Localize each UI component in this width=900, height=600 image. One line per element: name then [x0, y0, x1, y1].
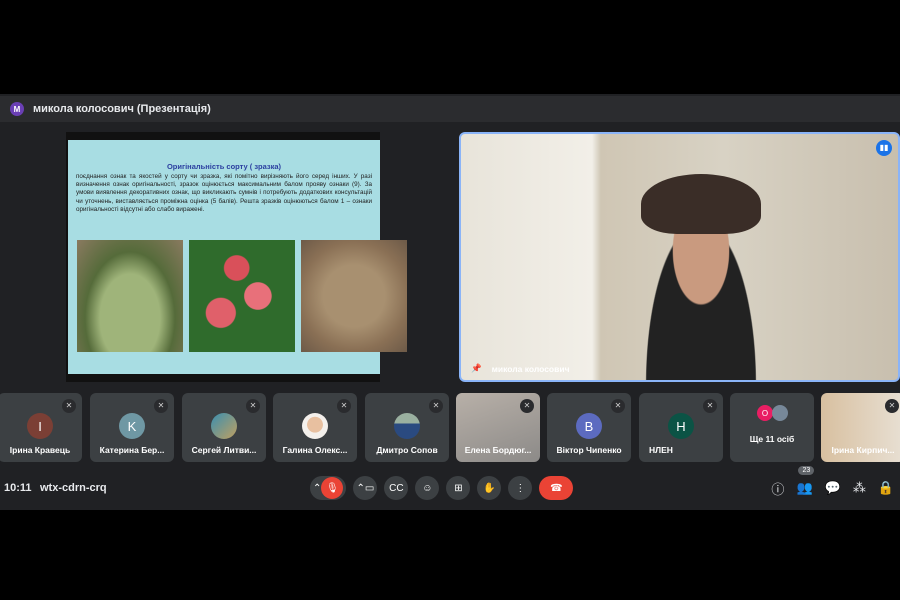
clock: 10:11	[4, 482, 32, 494]
presentation-slide[interactable]: Оригінальність сорту ( зразка) поєднання…	[66, 132, 407, 382]
participant-name: НЛЕН	[649, 445, 673, 455]
mic-off-icon: ✕	[703, 399, 717, 413]
meet-window: М микола колосович (Презентація) Оригіна…	[0, 94, 900, 510]
mic-off-icon: ✕	[520, 399, 534, 413]
avatar: O	[757, 405, 773, 421]
participant-tile[interactable]: ✕ Ірина Кирпич...	[821, 393, 900, 462]
slide-title: Оригінальність сорту ( зразка)	[166, 162, 282, 171]
mic-off-icon: ✕	[885, 399, 899, 413]
mic-button[interactable]: ⌃ 🎙	[310, 476, 347, 500]
participant-tile[interactable]: ✕ I Ірина Кравець	[0, 393, 82, 462]
participants-count: 23	[798, 466, 815, 475]
leave-call-button[interactable]: ☎	[539, 476, 574, 500]
participant-tile[interactable]: ✕ Елена Бордюг...	[456, 393, 540, 462]
mic-off-icon: 🎙	[321, 477, 344, 499]
avatar: B	[576, 413, 602, 439]
avatar	[394, 413, 420, 439]
more-options-button[interactable]: ⋮	[508, 476, 533, 500]
grass-photo	[77, 240, 183, 352]
camera-icon: ▭	[364, 482, 375, 494]
avatar: H	[668, 413, 694, 439]
host-controls-icon[interactable]: 🔒	[878, 480, 894, 496]
more-participants-tile[interactable]: O Ще 11 осіб	[730, 393, 814, 462]
people-button[interactable]: 23 👥	[796, 466, 815, 496]
avatar	[211, 413, 237, 439]
participant-name: Ірина Кирпич...	[831, 445, 895, 455]
participant-name: Сергей Литви...	[191, 445, 257, 455]
participant-name: Віктор Чипенко	[556, 445, 622, 455]
slide-body: поєднання ознак та якостей у сорту чи зр…	[76, 173, 372, 213]
bottom-toolbar: 10:11 wtx-cdrn-crq ⌃ 🎙 ⌃ ▭ CC ☺ ⊞ ✋ ⋮ ☎ ⓘ …	[0, 466, 900, 506]
pin-icon[interactable]: 📌	[471, 363, 482, 374]
participant-tile[interactable]: ✕ K Катерина Бер...	[90, 393, 174, 462]
speaker-hair	[641, 174, 761, 234]
participant-tile[interactable]: ✕ Галина Олекс...	[273, 393, 357, 462]
present-button[interactable]: ⊞	[446, 476, 471, 500]
hand-icon: ✋	[483, 482, 496, 494]
participant-name: Галина Олекс...	[282, 445, 348, 455]
avatar: K	[119, 413, 145, 439]
participant-name: Елена Бордюг...	[464, 445, 532, 455]
participant-name: Катерина Бер...	[99, 445, 165, 455]
foliage-photo	[301, 240, 407, 352]
info-icon[interactable]: ⓘ	[771, 479, 784, 498]
chat-icon[interactable]: 💬	[825, 480, 841, 496]
mic-off-icon: ✕	[246, 399, 260, 413]
participant-name: Ірина Кравець	[9, 445, 71, 455]
main-video-tile[interactable]: ▮▮ 📌 микола колосович	[459, 132, 900, 382]
activities-icon[interactable]: ⁂	[853, 480, 866, 496]
phone-hangup-icon: ☎	[550, 482, 563, 494]
avatar: I	[27, 413, 53, 439]
participant-strip: ✕ I Ірина Кравець ✕ K Катерина Бер... ✕ Серге…	[0, 393, 900, 463]
main-video-name: микола колосович	[491, 363, 570, 374]
presentation-title: микола колосович (Презентація)	[33, 103, 211, 115]
mic-off-icon: ✕	[337, 399, 351, 413]
presentation-header: М микола колосович (Презентація)	[0, 96, 900, 122]
presenter-avatar: М	[10, 102, 24, 116]
raise-hand-button[interactable]: ✋	[477, 476, 502, 500]
emoji-button[interactable]: ☺	[415, 476, 440, 500]
echinacea-photo	[189, 240, 295, 352]
participant-tile[interactable]: ✕ B Віктор Чипенко	[547, 393, 631, 462]
avatar	[302, 413, 328, 439]
mic-off-icon: ✕	[429, 399, 443, 413]
more-vert-icon: ⋮	[515, 482, 526, 494]
mic-off-icon: ✕	[62, 399, 76, 413]
present-icon: ⊞	[454, 482, 463, 494]
captions-icon: CC	[389, 482, 404, 494]
people-icon: 👥	[796, 480, 813, 495]
meeting-code: wtx-cdrn-crq	[40, 482, 107, 494]
mic-off-icon: ✕	[154, 399, 168, 413]
emoji-icon: ☺	[422, 482, 433, 494]
more-participants-label: Ще 11 осіб	[749, 434, 795, 444]
participant-name: Дмитро Сопов	[376, 445, 438, 455]
chevron-up-icon: ⌃	[356, 482, 365, 494]
avatar	[772, 405, 788, 421]
camera-button[interactable]: ⌃ ▭	[353, 476, 378, 500]
captions-button[interactable]: CC	[384, 476, 409, 500]
participant-tile[interactable]: ✕ Сергей Литви...	[182, 393, 266, 462]
mic-off-icon: ✕	[611, 399, 625, 413]
participant-tile[interactable]: ✕ H НЛЕН	[639, 393, 723, 462]
participant-tile[interactable]: ✕ Дмитро Сопов	[365, 393, 449, 462]
speaking-indicator-icon: ▮▮	[876, 140, 892, 156]
chevron-up-icon: ⌃	[313, 482, 322, 494]
